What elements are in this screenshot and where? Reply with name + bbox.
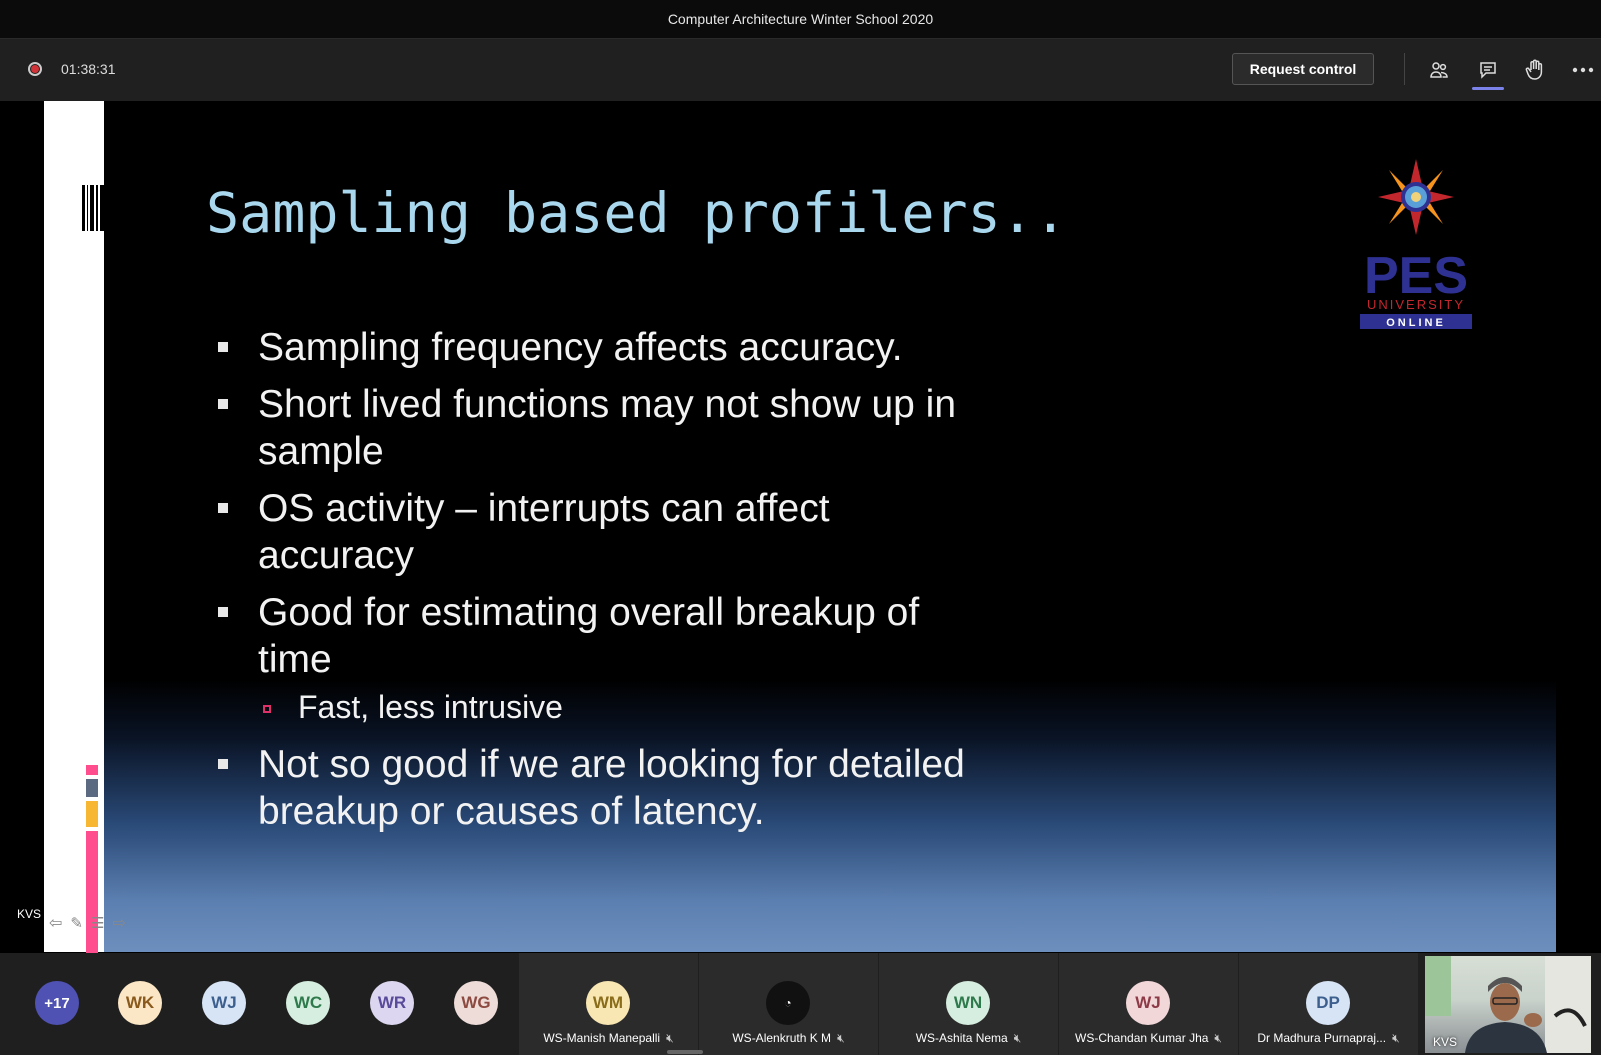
profile-photo-icon: ◔ <box>784 996 792 1010</box>
bullet-marker <box>218 759 228 769</box>
participants-icon[interactable] <box>1426 57 1452 83</box>
participant-tile[interactable]: WN WS-Ashita Nema 🔇︎ <box>879 953 1058 1055</box>
bullet-marker <box>218 342 228 352</box>
bullet-item: Short lived functions may not show up in… <box>218 381 1118 477</box>
bullet-text: Good for estimating overall breakup of t… <box>258 591 920 681</box>
title-bar: Computer Architecture Winter School 2020 <box>0 0 1601 39</box>
participant-tile[interactable]: ◔ WS-Alenkruth K M 🔇︎ <box>699 953 878 1055</box>
logo-line2: UNIVERSITY <box>1367 297 1465 312</box>
participant-tile[interactable]: WM WS-Manish Manepalli 🔇︎ <box>519 953 698 1055</box>
request-control-button[interactable]: Request control <box>1232 53 1374 85</box>
previous-slide-icon[interactable]: ⇦ <box>49 913 62 933</box>
bullet-marker <box>218 399 228 409</box>
window-title: Computer Architecture Winter School 2020 <box>667 11 934 27</box>
bullet-text: Not so good if we are looking for detail… <box>258 743 965 833</box>
participant-avatar: WJ <box>1126 981 1170 1025</box>
participant-avatar: DP <box>1306 981 1350 1025</box>
bullet-text: OS activity – interrupts can affect accu… <box>258 487 830 577</box>
participant-avatar: WN <box>946 981 990 1025</box>
presentation-slide: Sampling based profilers.. Sampling freq… <box>104 101 1556 952</box>
toolbar-divider <box>1404 53 1405 85</box>
mic-muted-icon: 🔇︎ <box>666 1031 674 1045</box>
participant-avatar[interactable]: WG <box>454 981 498 1025</box>
participant-tile[interactable]: DP Dr Madhura Purnapraj... 🔇︎ <box>1239 953 1418 1055</box>
participant-name: WS-Alenkruth K M 🔇︎ <box>732 1031 845 1045</box>
participant-name: WS-Ashita Nema 🔇︎ <box>915 1031 1022 1045</box>
slides-menu-icon[interactable]: ☰ <box>91 914 104 932</box>
participant-name: WS-Chandan Kumar Jha 🔇︎ <box>1075 1031 1222 1045</box>
call-timer: 01:38:31 <box>61 61 116 77</box>
raise-hand-icon[interactable] <box>1522 57 1548 83</box>
more-options-icon[interactable] <box>1570 57 1596 83</box>
mic-muted-icon: 🔇︎ <box>837 1031 845 1045</box>
bullet-item: Sampling frequency affects accuracy. <box>218 324 1118 374</box>
recording-icon <box>28 62 42 76</box>
participant-name: KVS <box>1433 1035 1458 1049</box>
bullet-text: Short lived functions may not show up in… <box>258 383 957 473</box>
overflow-participants-badge[interactable]: +17 <box>35 981 79 1025</box>
participant-avatar[interactable]: WK <box>118 981 162 1025</box>
shared-screen: Sampling based profilers.. Sampling freq… <box>0 101 1601 1029</box>
mic-muted-icon: 🔇︎ <box>1013 1031 1022 1045</box>
bullet-item: Not so good if we are looking for detail… <box>218 741 1118 837</box>
logo-line3: ONLINE <box>1386 317 1446 329</box>
participant-avatar: WM <box>586 981 630 1025</box>
chat-icon[interactable] <box>1475 57 1501 83</box>
active-tab-indicator <box>1472 87 1504 90</box>
mic-muted-icon: 🔇︎ <box>1392 1031 1400 1045</box>
meeting-toolbar: 01:38:31 Request control <box>0 39 1601 101</box>
roster-scroll-indicator[interactable] <box>667 1050 703 1054</box>
participant-tile[interactable]: WJ WS-Chandan Kumar Jha 🔇︎ <box>1059 953 1238 1055</box>
bullet-marker <box>218 607 228 617</box>
bullet-text: Sampling frequency affects accuracy. <box>258 326 903 369</box>
sub-bullet-text: Fast, less intrusive <box>298 689 563 725</box>
participant-name: Dr Madhura Purnapraj... 🔇︎ <box>1257 1031 1400 1045</box>
slide-strip-barcode <box>82 185 104 231</box>
bullet-item: Good for estimating overall breakup of t… <box>218 589 1118 685</box>
pes-university-logo: PES UNIVERSITY ONLINE <box>1358 159 1482 329</box>
presenter-label: KVS <box>17 907 42 921</box>
participant-avatar: ◔ <box>766 981 810 1025</box>
participant-name: WS-Manish Manepalli 🔇︎ <box>543 1031 674 1045</box>
mic-muted-icon: 🔇︎ <box>1214 1031 1222 1045</box>
participant-avatar[interactable]: WJ <box>202 981 246 1025</box>
bullet-marker <box>218 503 228 513</box>
participant-avatar[interactable]: WR <box>370 981 414 1025</box>
sub-bullet-marker <box>263 705 271 713</box>
slide-title: Sampling based profilers.. <box>206 181 1067 245</box>
participant-video-tile[interactable]: KVS <box>1425 956 1591 1053</box>
next-slide-icon[interactable]: ⇨ <box>112 913 125 933</box>
participant-roster: +17 WK WJ WC WR WG WM WS-Manish Manepall… <box>0 953 1601 1055</box>
pen-icon[interactable]: ✎ <box>70 914 83 932</box>
bullet-item: OS activity – interrupts can affect accu… <box>218 485 1118 581</box>
slide-nav-controls: ⇦ ✎ ☰ ⇨ <box>49 913 126 933</box>
participant-avatar[interactable]: WC <box>286 981 330 1025</box>
